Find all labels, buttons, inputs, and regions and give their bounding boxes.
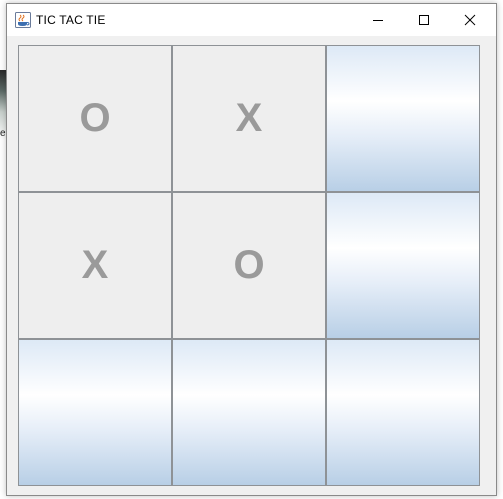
close-icon [464,14,476,26]
close-button[interactable] [447,4,493,36]
window-title: TIC TAC TIE [36,13,106,27]
board-cell-1[interactable]: O [18,45,172,192]
java-app-icon [15,12,31,28]
tic-tac-toe-board: O X X O [18,45,480,486]
board-cell-6[interactable] [326,192,480,339]
maximize-button[interactable] [401,4,447,36]
board-cell-5[interactable]: O [172,192,326,339]
title-bar[interactable]: TIC TAC TIE [7,4,496,36]
board-cell-3[interactable] [326,45,480,192]
game-window: TIC TAC TIE O X X O [6,3,497,496]
board-cell-8[interactable] [172,339,326,486]
maximize-icon [419,15,429,25]
board-cell-4[interactable]: X [18,192,172,339]
board-cell-9[interactable] [326,339,480,486]
minimize-icon [373,20,383,21]
minimize-button[interactable] [355,4,401,36]
board-cell-7[interactable] [18,339,172,486]
board-cell-2[interactable]: X [172,45,326,192]
